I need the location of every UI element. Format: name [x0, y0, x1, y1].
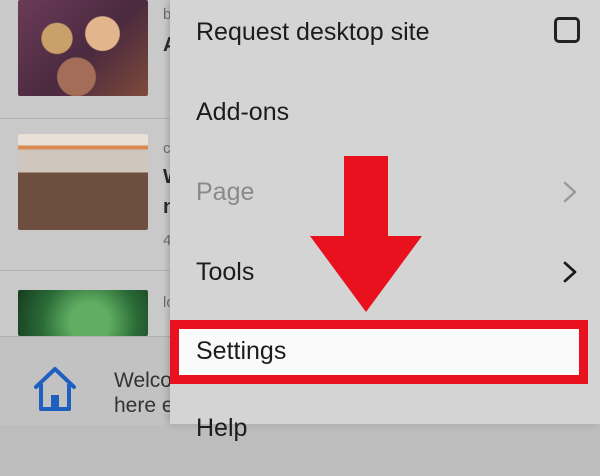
menu-item-label: Page [196, 178, 255, 206]
news-thumbnail[interactable] [18, 0, 148, 96]
menu-item-label: Help [196, 414, 248, 442]
feed-divider [0, 118, 180, 119]
menu-item-label: Add-ons [196, 98, 290, 126]
news-thumbnail[interactable] [18, 134, 148, 230]
chevron-right-icon [563, 181, 577, 203]
menu-item-help[interactable]: Help [170, 396, 600, 476]
chevron-right-icon [563, 261, 577, 283]
menu-item-request-desktop-site[interactable]: Request desktop site [170, 0, 600, 80]
menu-item-settings[interactable]: Settings [170, 320, 600, 384]
welcome-text: Welco here e [114, 369, 174, 417]
feed-divider [0, 270, 180, 271]
home-icon[interactable] [32, 365, 78, 413]
menu-item-label: Request desktop site [196, 18, 430, 46]
news-thumbnail[interactable] [18, 290, 148, 336]
red-arrow-annotation [310, 156, 422, 312]
menu-item-label: Settings [196, 337, 287, 365]
request-desktop-checkbox[interactable] [554, 17, 580, 43]
menu-item-add-ons[interactable]: Add-ons [170, 80, 600, 160]
menu-item-label: Tools [196, 258, 255, 286]
